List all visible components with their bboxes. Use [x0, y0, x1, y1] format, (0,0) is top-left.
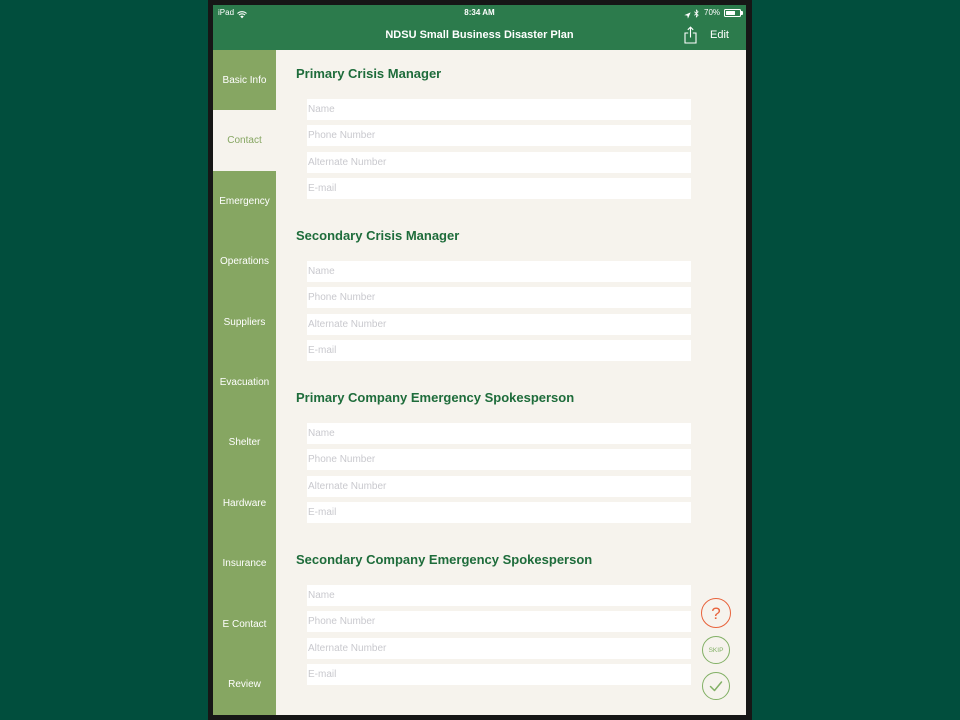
edit-button[interactable]: Edit [710, 21, 729, 50]
name-input[interactable] [307, 423, 691, 444]
primary-emergency-spokesperson-section: Primary Company Emergency Spokesperson [276, 386, 746, 536]
sidebar-item-evacuation[interactable]: Evacuation [213, 352, 276, 412]
name-input[interactable] [307, 261, 691, 282]
sidebar-item-hardware[interactable]: Hardware [213, 473, 276, 533]
sidebar: Basic Info Contact Emergency Operations … [213, 50, 276, 715]
sidebar-item-shelter[interactable]: Shelter [213, 413, 276, 473]
sidebar-item-insurance[interactable]: Insurance [213, 534, 276, 594]
field-group [307, 261, 691, 361]
section-title: Secondary Company Emergency Spokesperson [296, 552, 593, 567]
email-input[interactable] [307, 339, 691, 361]
help-button[interactable]: ? [701, 598, 731, 628]
name-input[interactable] [307, 585, 691, 606]
alternate-number-input[interactable] [307, 313, 691, 335]
sidebar-item-emergency[interactable]: Emergency [213, 171, 276, 231]
sidebar-item-review[interactable]: Review [213, 655, 276, 715]
phone-number-input[interactable] [307, 287, 691, 309]
secondary-crisis-manager-section: Secondary Crisis Manager [276, 224, 746, 374]
sidebar-item-e-contact[interactable]: E Contact [213, 594, 276, 654]
field-group [307, 99, 691, 199]
alternate-number-input[interactable] [307, 475, 691, 497]
alternate-number-input[interactable] [307, 637, 691, 659]
name-input[interactable] [307, 99, 691, 120]
done-button[interactable] [702, 672, 730, 700]
battery-nib [741, 11, 743, 15]
status-bar: iPad 8:34 AM 70% [213, 5, 746, 21]
email-input[interactable] [307, 663, 691, 685]
sidebar-item-suppliers[interactable]: Suppliers [213, 292, 276, 352]
email-input[interactable] [307, 501, 691, 523]
phone-number-input[interactable] [307, 611, 691, 633]
phone-number-input[interactable] [307, 449, 691, 471]
section-title: Primary Company Emergency Spokesperson [296, 390, 575, 405]
alternate-number-input[interactable] [307, 151, 691, 173]
status-time: 8:34 AM [464, 8, 495, 17]
email-input[interactable] [307, 177, 691, 199]
contact-form: Primary Crisis Manager Secondary Crisis … [276, 50, 746, 715]
page-title: NDSU Small Business Disaster Plan [385, 29, 574, 41]
secondary-emergency-spokesperson-section: Secondary Company Emergency Spokesperson [276, 548, 746, 698]
sidebar-item-operations[interactable]: Operations [213, 231, 276, 291]
sidebar-item-basic-info[interactable]: Basic Info [213, 50, 276, 110]
primary-crisis-manager-section: Primary Crisis Manager [276, 62, 746, 212]
bluetooth-icon [694, 8, 699, 18]
section-title: Secondary Crisis Manager [296, 228, 460, 243]
top-bar: iPad 8:34 AM 70% NDSU Small Business Dis… [213, 5, 746, 50]
battery-level [726, 11, 736, 15]
share-icon[interactable] [684, 26, 697, 44]
field-group [307, 585, 691, 685]
phone-number-input[interactable] [307, 125, 691, 147]
checkmark-icon [709, 681, 723, 692]
field-group [307, 423, 691, 523]
app-screen: iPad 8:34 AM 70% NDSU Small Business Dis… [213, 5, 746, 715]
sidebar-item-contact[interactable]: Contact [213, 110, 276, 171]
battery-percent: 70% [704, 8, 721, 17]
navigation-bar: NDSU Small Business Disaster Plan Edit [213, 21, 746, 50]
section-title: Primary Crisis Manager [296, 66, 442, 81]
skip-button[interactable]: SKIP [702, 636, 730, 664]
battery-icon [724, 9, 741, 17]
location-icon [684, 9, 691, 19]
